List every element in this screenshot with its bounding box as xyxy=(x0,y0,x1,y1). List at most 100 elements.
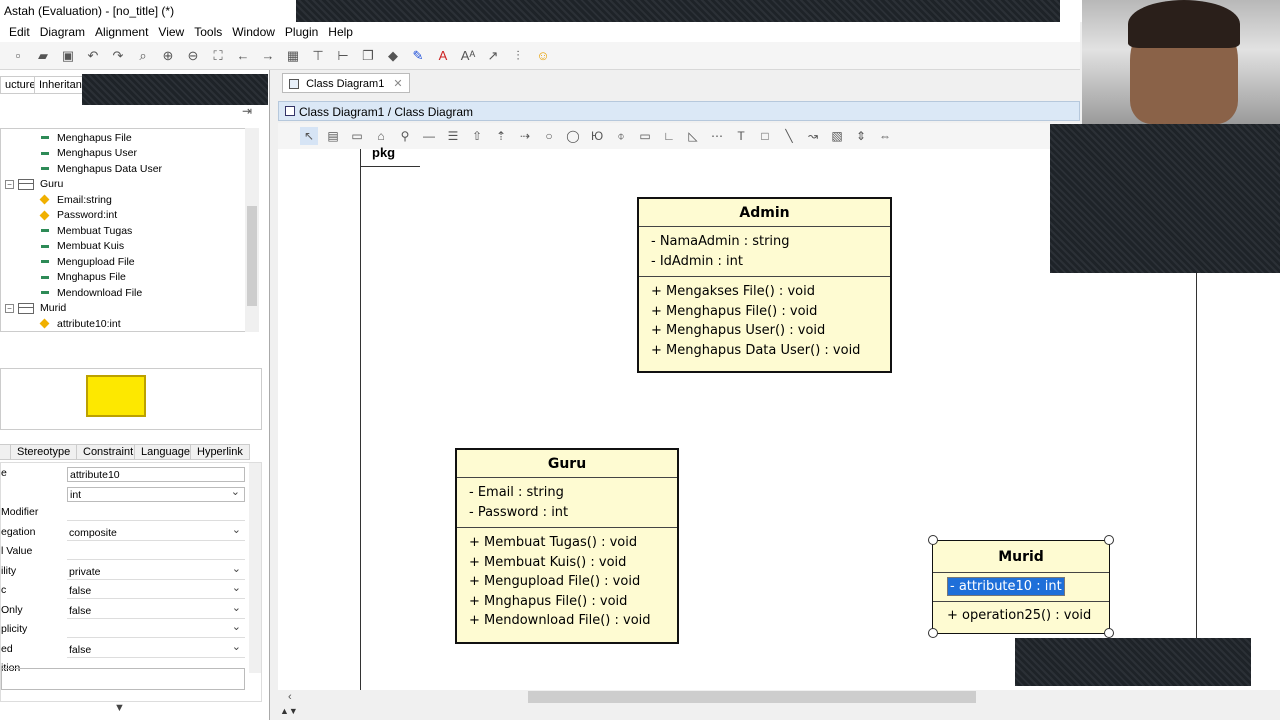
operation[interactable]: + Mendownload File() : void xyxy=(469,611,665,631)
tree-item[interactable]: Menghapus File xyxy=(41,130,132,146)
property-dropdown[interactable]: private xyxy=(67,562,245,580)
operation[interactable]: + Membuat Kuis() : void xyxy=(469,553,665,573)
collapse-icon[interactable]: − xyxy=(5,303,14,313)
tab-language[interactable]: Language xyxy=(134,444,197,460)
scroll-down-arrow-icon[interactable]: ▼ xyxy=(114,702,125,714)
layer-icon[interactable]: ❐ xyxy=(358,47,378,65)
operation[interactable]: + Menghapus Data User() : void xyxy=(651,341,878,361)
align-left-icon[interactable]: ⊢ xyxy=(333,47,353,65)
menu-alignment[interactable]: Alignment xyxy=(90,25,153,39)
generalization-tool-icon[interactable]: ⇧ xyxy=(468,127,486,145)
resize-handle[interactable] xyxy=(928,628,938,638)
list-tool-icon[interactable]: ☰ xyxy=(444,127,462,145)
package-tool-icon[interactable]: ▭ xyxy=(348,127,366,145)
tree-item[interactable]: Mengupload File xyxy=(41,254,135,270)
attribute[interactable]: - Email : string xyxy=(469,483,665,503)
lollipop-icon[interactable]: ◯ xyxy=(564,127,582,145)
curve-tool-icon[interactable]: ↝ xyxy=(804,127,822,145)
zoom-search-icon[interactable]: ⌕ xyxy=(133,47,153,65)
redo-icon[interactable]: ↷ xyxy=(108,47,128,65)
menu-plugin[interactable]: Plugin xyxy=(280,25,323,39)
tree-item[interactable]: Mendownload File xyxy=(41,285,142,301)
attribute[interactable]: - IdAdmin : int xyxy=(651,252,878,272)
class-guru[interactable]: Guru - Email : string - Password : int +… xyxy=(455,448,679,644)
zoom-in-icon[interactable]: ⊕ xyxy=(158,47,178,65)
collapse-arrow-icon[interactable]: ⇥ xyxy=(242,104,252,118)
new-file-icon[interactable]: ▫ xyxy=(8,47,28,65)
property-dropdown[interactable]: false xyxy=(67,601,245,619)
property-dropdown[interactable]: false xyxy=(67,640,245,658)
horizontal-scroll-thumb[interactable] xyxy=(528,691,976,703)
forward-arrow-icon[interactable]: → xyxy=(258,47,278,65)
property-field[interactable] xyxy=(1,668,245,690)
fill-color-icon[interactable]: ◆ xyxy=(383,47,403,65)
tree-item[interactable]: Email:string xyxy=(39,192,112,208)
font-color-icon[interactable]: A xyxy=(433,47,453,65)
class-tool-icon[interactable]: ▤ xyxy=(324,127,342,145)
tab-constraint[interactable]: Constraint xyxy=(76,444,141,460)
link-tool-icon[interactable]: ▭ xyxy=(636,127,654,145)
property-dropdown[interactable] xyxy=(67,620,245,638)
tab-class-diagram1[interactable]: Class Diagram1 ✕ xyxy=(282,73,410,93)
image-tool-icon[interactable]: ▧ xyxy=(828,127,846,145)
property-dropdown[interactable]: int xyxy=(67,485,245,502)
attribute-edit-field[interactable]: - attribute10 : int xyxy=(947,577,1065,596)
operation[interactable]: + Menghapus User() : void xyxy=(651,321,878,341)
property-field[interactable]: attribute10 xyxy=(67,467,245,482)
operation[interactable]: + Mengupload File() : void xyxy=(469,572,665,592)
text-tool-icon[interactable]: T xyxy=(732,127,750,145)
line-tool-icon[interactable]: ╲ xyxy=(780,127,798,145)
resize-handle[interactable] xyxy=(1104,535,1114,545)
grid-icon[interactable]: ▦ xyxy=(283,47,303,65)
select-pointer-icon[interactable]: ↖ xyxy=(300,127,318,145)
attribute[interactable]: - NamaAdmin : string xyxy=(651,232,878,252)
collapse-icon[interactable]: − xyxy=(5,179,14,189)
folder-tool-icon[interactable]: ⌂ xyxy=(372,127,390,145)
dependency-tool-icon[interactable]: ⇢ xyxy=(516,127,534,145)
distribute-icon[interactable]: ⫶ xyxy=(508,47,528,65)
property-dropdown[interactable]: composite xyxy=(67,523,245,541)
tab-hyperlink[interactable]: Hyperlink xyxy=(190,444,250,460)
vertical-space-icon[interactable]: ⇕ xyxy=(852,127,870,145)
align-top-icon[interactable]: ⊤ xyxy=(308,47,328,65)
tree-item[interactable]: Password:int xyxy=(39,208,117,224)
font-size-icon[interactable]: Aᴬ xyxy=(458,47,478,65)
menu-view[interactable]: View xyxy=(153,25,189,39)
property-scrollbar[interactable] xyxy=(249,463,261,673)
scroll-left-arrow-icon[interactable]: ‹ xyxy=(288,691,292,703)
class-murid[interactable]: Murid - attribute10 : int + operation25(… xyxy=(932,540,1110,634)
tree-item[interactable]: Mnghapus File xyxy=(41,270,126,286)
tree-scroll-thumb[interactable] xyxy=(247,206,257,306)
smile-icon[interactable]: ☺ xyxy=(533,47,553,65)
resize-handle[interactable] xyxy=(1104,628,1114,638)
line-style-icon[interactable]: ↗ xyxy=(483,47,503,65)
undo-icon[interactable]: ↶ xyxy=(83,47,103,65)
tree-item[interactable]: attribute10:int xyxy=(39,316,121,332)
operation[interactable]: + Membuat Tugas() : void xyxy=(469,533,665,553)
back-arrow-icon[interactable]: ← xyxy=(233,47,253,65)
tree-item[interactable]: Membuat Kuis xyxy=(41,239,124,255)
class-admin[interactable]: Admin - NamaAdmin : string - IdAdmin : i… xyxy=(637,197,892,373)
close-icon[interactable]: ✕ xyxy=(393,78,402,90)
pin-tool-icon[interactable]: ⚲ xyxy=(396,127,414,145)
property-dropdown[interactable]: false xyxy=(67,581,245,599)
menu-help[interactable]: Help xyxy=(323,25,358,39)
fit-window-icon[interactable]: ⛶ xyxy=(208,47,228,65)
tree-item[interactable]: − Guru xyxy=(5,177,63,193)
anchor-tool-icon[interactable]: ⋯ xyxy=(708,127,726,145)
open-folder-icon[interactable]: ▰ xyxy=(33,47,53,65)
menu-diagram[interactable]: Diagram xyxy=(35,25,90,39)
tree-item[interactable]: Menghapus Data User xyxy=(41,161,162,177)
interface-circle-icon[interactable]: ○ xyxy=(540,127,558,145)
operation[interactable]: + Mengakses File() : void xyxy=(651,282,878,302)
association-tool-icon[interactable]: — xyxy=(420,127,438,145)
operation[interactable]: + operation25() : void xyxy=(947,606,1095,626)
resize-handle[interactable] xyxy=(928,535,938,545)
attribute[interactable]: - Password : int xyxy=(469,503,665,523)
note-tool-icon[interactable]: ◺ xyxy=(684,127,702,145)
assoc-class-icon[interactable]: Ю xyxy=(588,127,606,145)
tab-inheritance[interactable]: Inheritan xyxy=(34,76,87,94)
operation[interactable]: + Menghapus File() : void xyxy=(651,302,878,322)
zoom-out-icon[interactable]: ⊖ xyxy=(183,47,203,65)
object-tool-icon[interactable]: ⌽ xyxy=(612,127,630,145)
